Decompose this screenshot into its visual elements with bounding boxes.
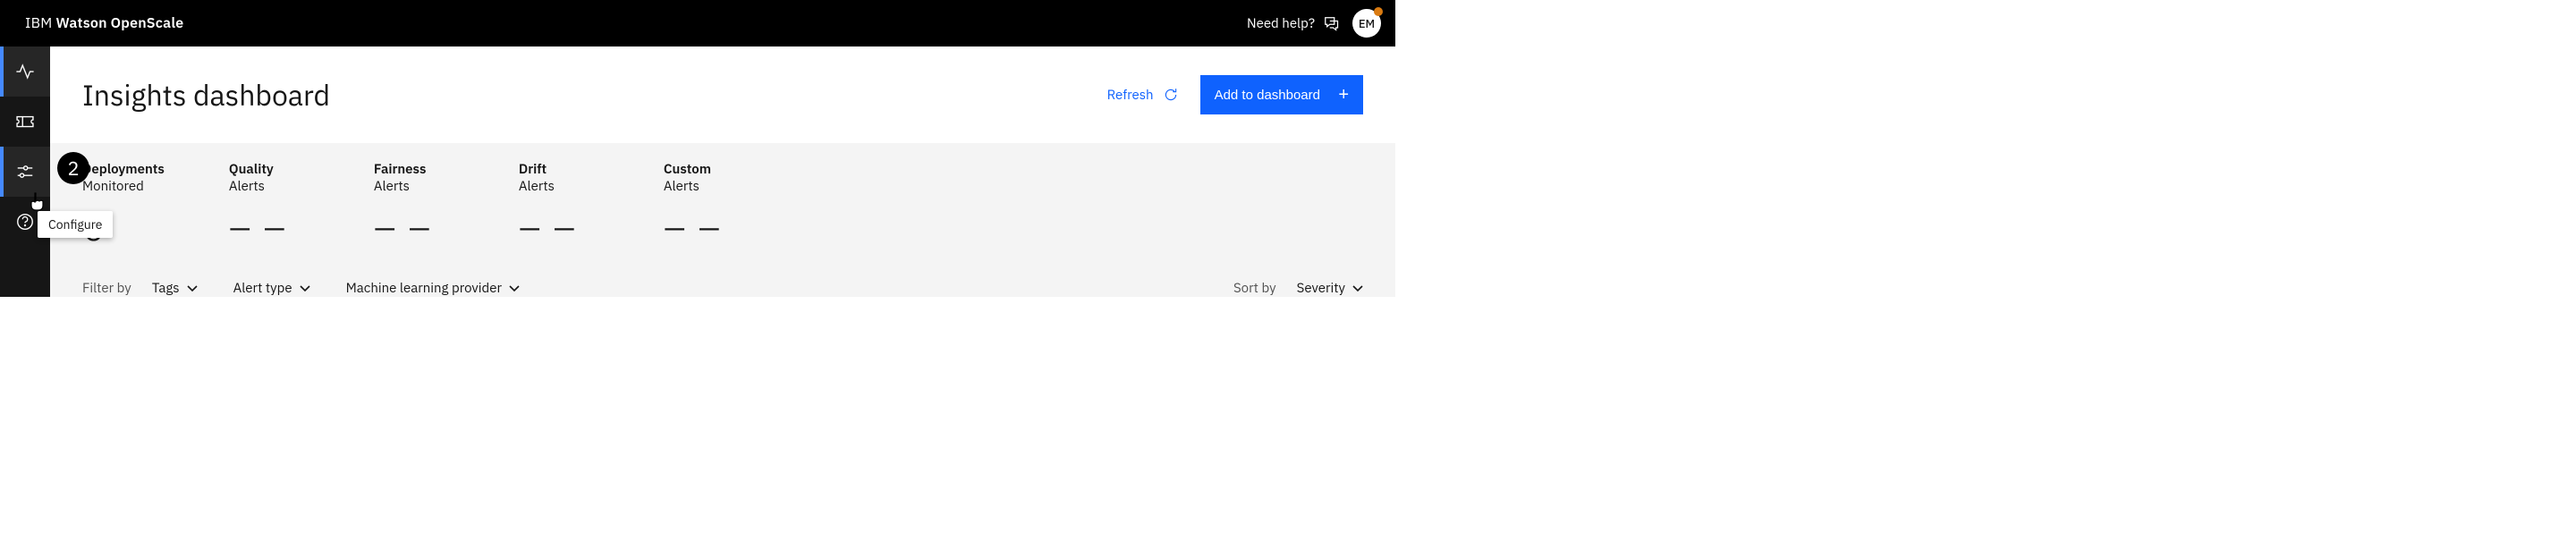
sort-by-group: Sort by Severity (1233, 280, 1363, 297)
metric-subtitle: Alerts (664, 178, 744, 195)
severity-dropdown[interactable]: Severity (1297, 280, 1363, 297)
metric-subtitle: Alerts (519, 178, 599, 195)
nav-rail (0, 46, 50, 297)
metric-custom: Custom Alerts – – (664, 161, 744, 251)
add-to-dashboard-button[interactable]: Add to dashboard + (1200, 75, 1363, 114)
metric-value: – – (374, 202, 454, 251)
plus-icon: + (1338, 86, 1349, 104)
metric-subtitle: Monitored (82, 178, 165, 195)
help-icon (15, 212, 35, 232)
sort-by-label: Sort by (1233, 280, 1276, 297)
tooltip-label: Configure (48, 216, 102, 232)
metric-value: – – (519, 202, 599, 251)
need-help-button[interactable]: Need help? (1247, 14, 1340, 32)
alert-type-dropdown[interactable]: Alert type (233, 280, 310, 297)
tags-label: Tags (152, 280, 180, 297)
metric-title: Drift (519, 161, 599, 178)
need-help-label: Need help? (1247, 15, 1315, 32)
chevron-down-icon (300, 285, 310, 292)
nav-explain[interactable] (0, 97, 50, 147)
settings-adjust-icon (15, 162, 35, 182)
page-header: Insights dashboard Refresh Add to dashbo… (50, 46, 1395, 143)
page-title: Insights dashboard (82, 76, 330, 114)
filter-by-label: Filter by (82, 280, 131, 297)
step-badge: 2 (57, 152, 89, 184)
brand: IBM Watson OpenScale (25, 14, 183, 32)
avatar-initials: EM (1359, 16, 1375, 31)
add-label: Add to dashboard (1215, 88, 1320, 103)
refresh-button[interactable]: Refresh (1107, 87, 1179, 104)
metric-fairness: Fairness Alerts – – (374, 161, 454, 251)
tags-dropdown[interactable]: Tags (152, 280, 198, 297)
filter-by-group: Filter by Tags (82, 280, 198, 297)
metric-title: Custom (664, 161, 744, 178)
activity-icon (15, 62, 35, 81)
metric-title: Quality (229, 161, 309, 178)
brand-prefix: IBM (25, 14, 52, 32)
cursor-pointer-icon (29, 191, 47, 213)
provider-dropdown[interactable]: Machine learning provider (346, 280, 520, 297)
filter-row: Filter by Tags Alert type Machine learni… (50, 260, 1395, 297)
metric-subtitle: Alerts (374, 178, 454, 195)
refresh-label: Refresh (1107, 87, 1154, 104)
metric-drift: Drift Alerts – – (519, 161, 599, 251)
nav-insights[interactable] (0, 46, 50, 97)
brand-main: Watson OpenScale (55, 14, 183, 32)
header-right: Need help? EM (1247, 9, 1381, 38)
severity-label: Severity (1297, 280, 1345, 297)
chat-icon (1322, 14, 1340, 32)
metric-subtitle: Alerts (229, 178, 309, 195)
notification-dot-icon (1374, 7, 1383, 16)
provider-label: Machine learning provider (346, 280, 502, 297)
metric-quality: Quality Alerts – – (229, 161, 309, 251)
chevron-down-icon (1352, 285, 1363, 292)
tooltip-configure: Configure (38, 211, 113, 238)
refresh-icon (1163, 87, 1179, 103)
metrics-strip: Deployments Monitored 0 Quality Alerts –… (50, 143, 1395, 260)
chevron-down-icon (509, 285, 520, 292)
nav-configure[interactable] (0, 147, 50, 197)
ticket-icon (15, 112, 35, 131)
app-header: IBM Watson OpenScale Need help? EM (0, 0, 1395, 46)
alert-type-label: Alert type (233, 280, 292, 297)
metric-value: – – (664, 202, 744, 251)
chevron-down-icon (187, 285, 198, 292)
metric-title: Fairness (374, 161, 454, 178)
step-badge-number: 2 (67, 156, 79, 182)
page-actions: Refresh Add to dashboard + (1107, 75, 1363, 114)
main: Insights dashboard Refresh Add to dashbo… (50, 46, 1395, 297)
metric-title: Deployments (82, 161, 165, 178)
metric-value: – – (229, 202, 309, 251)
avatar[interactable]: EM (1352, 9, 1381, 38)
filter-left: Filter by Tags Alert type Machine learni… (82, 280, 520, 297)
